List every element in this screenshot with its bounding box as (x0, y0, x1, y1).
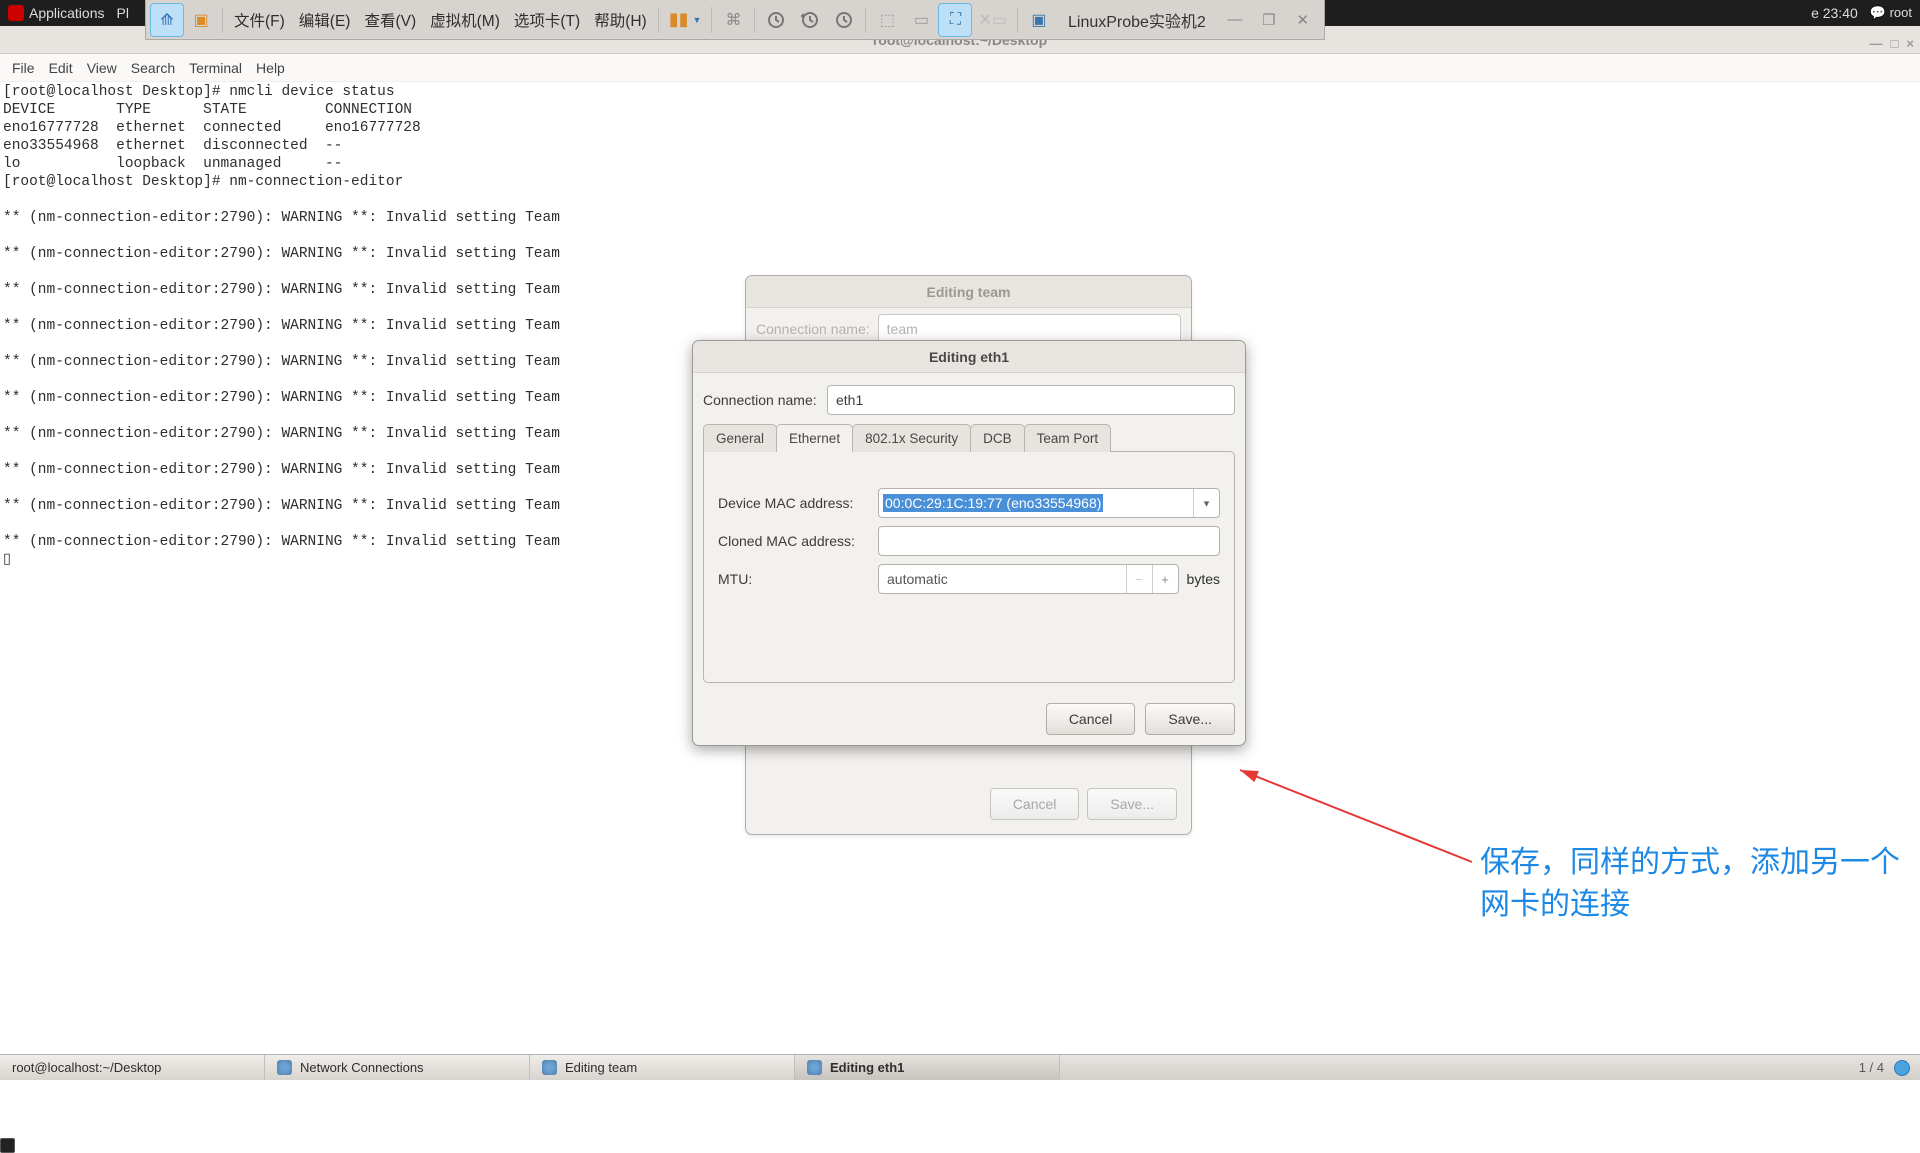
view-single-icon[interactable]: ⬚ (870, 3, 904, 37)
team-conn-name-label: Connection name: (756, 321, 870, 337)
mtu-minus-icon[interactable]: − (1126, 565, 1152, 593)
view-fullscreen-icon[interactable]: ⛶ (938, 3, 972, 37)
term-menu-edit[interactable]: Edit (43, 60, 79, 76)
vmware-toolbar: ⟰ ▣ 文件(F) 编辑(E) 查看(V) 虚拟机(M) 选项卡(T) 帮助(H… (145, 0, 1325, 40)
close-icon[interactable]: ✕ (1286, 3, 1320, 37)
cloned-mac-input[interactable] (878, 526, 1220, 556)
clock-label: e 23:40 (1811, 5, 1858, 21)
terminal-icon (0, 1138, 15, 1153)
mtu-plus-icon[interactable]: + (1152, 565, 1178, 593)
snapshot-revert-icon[interactable] (793, 3, 827, 37)
tab-ethernet-content: Device MAC address: 00:0C:29:1C:19:77 (e… (703, 451, 1235, 683)
device-mac-combo[interactable]: 00:0C:29:1C:19:77 (eno33554968) ▾ (878, 488, 1220, 518)
dialog-editing-eth1: Editing eth1 Connection name: General Et… (692, 340, 1246, 746)
device-mac-value: 00:0C:29:1C:19:77 (eno33554968) (883, 494, 1103, 512)
eth1-tabs: General Ethernet 802.1x Security DCB Tea… (703, 424, 1235, 452)
snapshot-manager-icon[interactable] (827, 3, 861, 37)
task-terminal[interactable]: root@localhost:~/Desktop (0, 1055, 265, 1080)
task-editing-eth1[interactable]: Editing eth1 (795, 1055, 1060, 1080)
minimize-icon[interactable]: — (1218, 3, 1252, 37)
vmware-home-icon[interactable]: ⟰ (150, 3, 184, 37)
term-menu-terminal[interactable]: Terminal (183, 60, 248, 76)
applications-menu[interactable]: Applications (29, 5, 105, 21)
terminal-menubar: File Edit View Search Terminal Help (0, 54, 1920, 82)
eth1-save-button[interactable]: Save... (1145, 703, 1235, 735)
eth1-conn-name-input[interactable] (827, 385, 1235, 415)
term-menu-view[interactable]: View (81, 60, 123, 76)
network-icon (807, 1060, 822, 1075)
task-network-connections[interactable]: Network Connections (265, 1055, 530, 1080)
tab-general[interactable]: General (703, 424, 777, 452)
pause-button[interactable]: ▮▮▼ (663, 3, 708, 37)
network-icon (542, 1060, 557, 1075)
eth1-conn-name-label: Connection name: (703, 392, 819, 408)
send-cad-icon[interactable]: ⌘ (716, 3, 750, 37)
tab-8021x[interactable]: 802.1x Security (852, 424, 971, 452)
chevron-down-icon[interactable]: ▾ (1193, 489, 1219, 517)
device-mac-label: Device MAC address: (718, 495, 870, 511)
places-menu[interactable]: Pl (117, 5, 129, 21)
tab-teamport[interactable]: Team Port (1024, 424, 1112, 452)
pager-label: 1 / 4 (1859, 1060, 1884, 1075)
view-unity-icon[interactable]: ✕▭ (972, 3, 1013, 37)
dialog-eth1-title: Editing eth1 (693, 341, 1245, 373)
annotation-text: 保存，同样的方式，添加另一个网卡的连接 (1480, 842, 1920, 926)
mtu-value: automatic (879, 571, 1126, 587)
snapshot-icon[interactable] (759, 3, 793, 37)
menu-file[interactable]: 文件(F) (227, 9, 292, 31)
term-menu-search[interactable]: Search (125, 60, 181, 76)
restore-icon[interactable]: ❐ (1252, 3, 1286, 37)
tab-ethernet[interactable]: Ethernet (776, 424, 853, 452)
term-menu-file[interactable]: File (6, 60, 41, 76)
cloned-mac-label: Cloned MAC address: (718, 533, 870, 549)
task-editing-team[interactable]: Editing team (530, 1055, 795, 1080)
tab-dcb[interactable]: DCB (970, 424, 1025, 452)
menu-tabs[interactable]: 选项卡(T) (507, 9, 587, 31)
tray-info-icon[interactable] (1894, 1060, 1910, 1076)
menu-vm[interactable]: 虚拟机(M) (423, 9, 507, 31)
team-cancel-button[interactable]: Cancel (990, 788, 1080, 820)
menu-edit[interactable]: 编辑(E) (292, 9, 358, 31)
dialog-team-title: Editing team (746, 276, 1191, 308)
term-menu-help[interactable]: Help (250, 60, 291, 76)
library-icon[interactable]: ▣ (1022, 3, 1056, 37)
eth1-cancel-button[interactable]: Cancel (1046, 703, 1136, 735)
activities-icon[interactable] (8, 5, 24, 21)
view-console-icon[interactable]: ▭ (904, 3, 938, 37)
mtu-spinner[interactable]: automatic − + (878, 564, 1179, 594)
vmware-tab-icon[interactable]: ▣ (184, 3, 218, 37)
network-icon (277, 1060, 292, 1075)
taskbar: root@localhost:~/Desktop Network Connect… (0, 1054, 1920, 1080)
menu-help[interactable]: 帮助(H) (587, 9, 654, 31)
team-save-button[interactable]: Save... (1087, 788, 1177, 820)
user-menu[interactable]: 💬 root (1870, 5, 1912, 21)
mtu-unit: bytes (1187, 571, 1220, 587)
menu-view[interactable]: 查看(V) (357, 9, 423, 31)
vm-title: LinuxProbe实验机2 (1056, 8, 1218, 32)
mtu-label: MTU: (718, 571, 870, 587)
